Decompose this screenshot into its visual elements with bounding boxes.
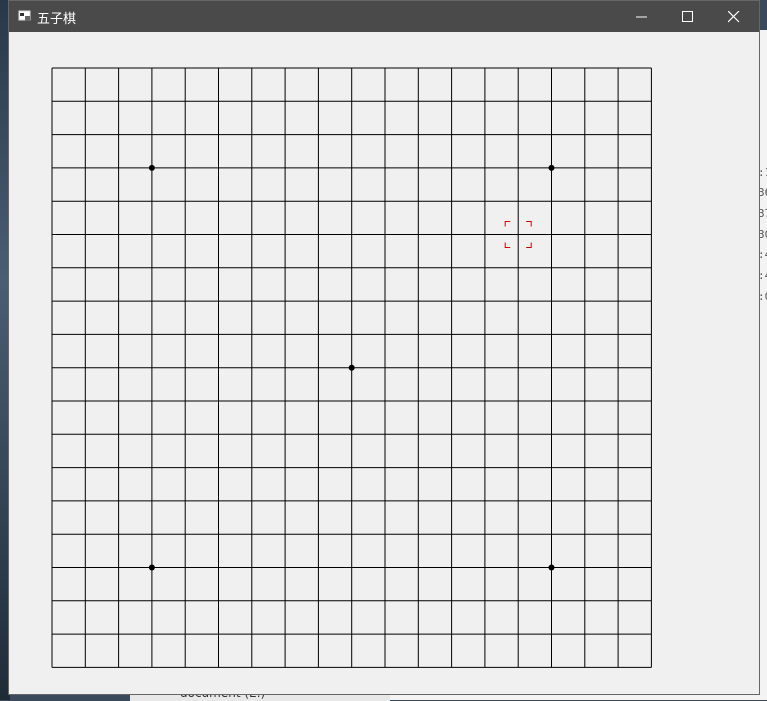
minimize-icon [636,16,647,18]
star-point [548,564,555,571]
star-point [148,564,155,571]
gomoku-board[interactable] [18,34,758,692]
maximize-button[interactable] [665,1,711,32]
game-client-area [18,34,758,692]
cursor-marker [526,221,532,227]
cursor-marker [504,221,511,227]
minimize-button[interactable] [619,1,665,32]
star-point [348,364,355,371]
window-title: 五子棋 [37,12,77,27]
app-icon [18,10,31,21]
gomoku-window: 五子棋 [8,0,760,695]
cursor-marker [526,242,532,248]
close-button[interactable] [711,1,757,32]
title-bar[interactable]: 五子棋 [9,1,759,32]
cursor-marker [504,242,511,248]
star-point [148,164,155,171]
close-icon [728,11,740,23]
maximize-icon [682,11,693,22]
star-point [548,164,555,171]
